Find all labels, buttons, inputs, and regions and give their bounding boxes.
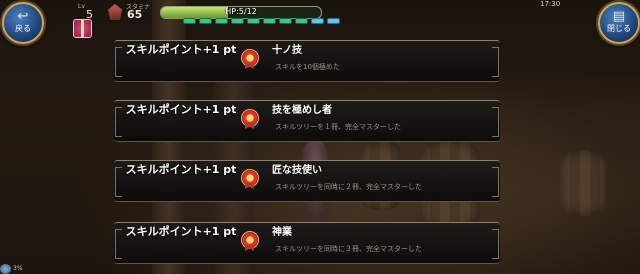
return-arrow-icon: ↩ [17,9,29,24]
achievement-row[interactable]: スキルポイント+1 pt 匠な技使い スキルツリーを同時に２冊、完全マスターした [114,160,500,202]
status-orb-icon [0,264,11,274]
reward-label: スキルポイント+1 pt [125,103,237,116]
achievement-description: スキルツリーを同時に３冊、完全マスターした [275,245,422,253]
reward-label: スキルポイント+1 pt [125,43,237,56]
level-caption: Lv [78,3,85,10]
status-text: 3% [13,265,23,272]
achievement-description: スキルツリーを同時に２冊、完全マスターした [275,183,422,191]
energy-pip [247,18,260,24]
achievement-row[interactable]: スキルポイント+1 pt 十ノ技 スキルを10個極めた [114,40,500,82]
achievement-description: スキルを10個極めた [275,63,340,71]
hp-text: HP:5/12 [225,7,257,16]
medal-icon [241,169,259,189]
medal-icon [241,49,259,69]
energy-pip [295,18,308,24]
energy-pip [215,18,228,24]
energy-pip [231,18,244,24]
energy-pips [183,18,340,24]
reward-label: スキルポイント+1 pt [125,163,237,176]
medal-icon [241,109,259,129]
back-button-label: 戻る [15,24,31,33]
book-icon: ▤ [612,9,626,24]
back-button[interactable]: ↩ 戻る [2,2,44,44]
gift-icon[interactable] [73,19,92,38]
close-button-label: 閉じる [607,24,631,33]
achievement-title: 匠な技使い [272,165,322,176]
energy-pip [327,18,340,24]
clock: 17:30 [540,0,561,8]
energy-pip [263,18,276,24]
achievement-title: 神業 [272,227,292,238]
achievement-title: 十ノ技 [272,45,302,56]
achievement-row[interactable]: スキルポイント+1 pt 神業 スキルツリーを同時に３冊、完全マスターした [114,222,500,264]
stamina-icon [108,4,122,20]
stamina-value: 65 [127,8,143,21]
energy-pip [279,18,292,24]
achievement-description: スキルツリーを１冊、完全マスターした [275,123,401,131]
close-button[interactable]: ▤ 閉じる [598,2,640,44]
achievement-title: 技を極めし者 [272,105,332,116]
energy-pip [311,18,324,24]
background-barrel [560,150,606,216]
achievement-row[interactable]: スキルポイント+1 pt 技を極めし者 スキルツリーを１冊、完全マスターした [114,100,500,142]
reward-label: スキルポイント+1 pt [125,225,237,238]
medal-icon [241,231,259,251]
energy-pip [183,18,196,24]
game-screen: ↩ 戻る Lv 5 スタミナ 65 HP:5/12 17:30 ▤ 閉じる スキ… [0,0,640,274]
energy-pip [199,18,212,24]
